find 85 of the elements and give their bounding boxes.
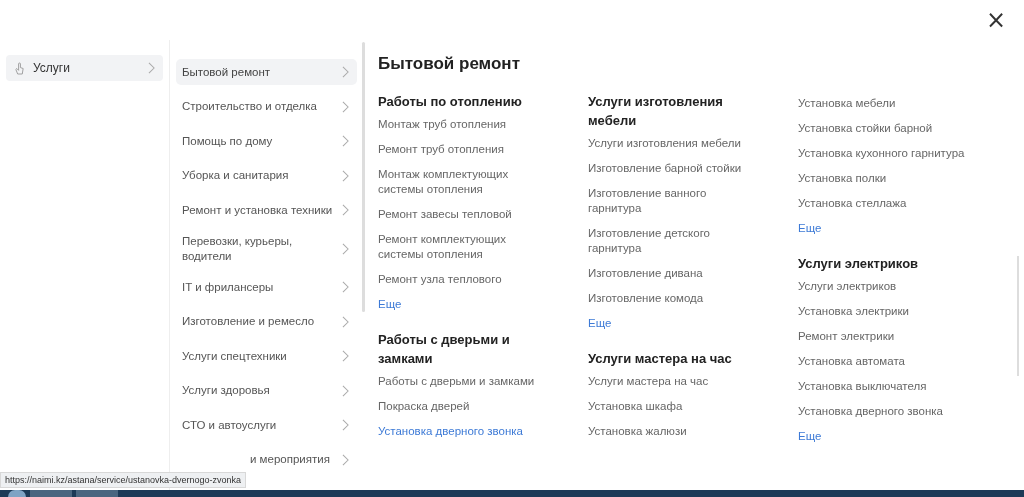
category-label: Уборка и санитария <box>182 168 290 183</box>
chevron-icon <box>342 135 349 147</box>
group-title: Работы по отоплению <box>378 93 523 111</box>
chevron-icon <box>148 62 155 74</box>
more-link[interactable]: Еще <box>588 316 762 331</box>
chevron-icon <box>342 66 349 78</box>
category-label: СТО и автоуслуги <box>182 417 278 433</box>
service-link[interactable]: Установка полки <box>798 171 972 186</box>
service-link[interactable]: Установка кухонного гарнитура <box>798 146 972 161</box>
service-link[interactable]: Ремонт электрики <box>798 329 972 344</box>
category-item[interactable]: Изготовление и ремесло <box>176 308 357 335</box>
service-link[interactable]: Работы с дверьми и замками <box>378 374 552 389</box>
category-item[interactable]: Ремонт и установка техники <box>176 197 357 223</box>
service-link[interactable]: Установка дверного звонка <box>378 424 552 439</box>
category-label: Услуги здоровья <box>182 383 271 398</box>
chevron-icon <box>342 419 349 431</box>
start-icon[interactable] <box>8 490 26 497</box>
more-link[interactable]: Еще <box>798 429 972 444</box>
service-link[interactable]: Покраска дверей <box>378 399 552 414</box>
category-item[interactable]: Услуги здоровья <box>176 377 357 404</box>
scrollbar[interactable] <box>1017 256 1019 376</box>
service-link[interactable]: Ремонт труб отопления <box>378 142 552 157</box>
service-link[interactable]: Ремонт узла теплового <box>378 272 552 287</box>
service-link[interactable]: Установка дверного звонка <box>798 404 972 419</box>
service-link[interactable]: Изготовление детского гарнитура <box>588 226 762 256</box>
menu-label: Услуги <box>33 61 71 75</box>
group-title: Работы с дверьми и замками <box>378 331 511 368</box>
chevron-icon <box>342 281 349 293</box>
group-title: Услуги электриков <box>798 255 920 273</box>
group-title: Услуги мастера на час <box>588 350 733 368</box>
chevron-icon <box>342 315 349 328</box>
chevron-icon <box>342 453 349 466</box>
category-label: Ремонт и установка техники <box>182 202 334 218</box>
more-link[interactable]: Еще <box>798 221 972 236</box>
category-item[interactable]: Бытовой ремонт <box>176 59 357 85</box>
service-link[interactable]: Услуги изготовления мебели <box>588 136 762 151</box>
close-button[interactable]: × <box>981 6 1010 34</box>
section-heading: Бытовой ремонт <box>378 54 521 74</box>
service-link[interactable]: Изготовление ванного гарнитура <box>588 186 762 216</box>
service-link[interactable]: Услуги мастера на час <box>588 374 762 389</box>
category-item[interactable]: Перевозки, курьеры, водители <box>176 231 357 266</box>
url-tooltip: https://naimi.kz/astana/service/ustanovka-dvernogo-zvonka <box>0 472 247 488</box>
category-label: Строительство и отделка <box>182 99 318 114</box>
chevron-icon <box>342 384 349 397</box>
hand-icon <box>14 61 25 75</box>
category-item[interactable]: Услуги спецтехники <box>176 343 357 369</box>
service-link[interactable]: Монтаж комплектующих системы отопления <box>378 167 552 197</box>
category-item[interactable]: Строительство и отделка <box>176 93 357 120</box>
service-link[interactable]: Установка жалюзи <box>588 424 762 439</box>
category-item[interactable]: СТО и автоуслуги <box>176 412 357 438</box>
chevron-icon <box>342 350 349 362</box>
taskbar-icon[interactable] <box>76 490 118 497</box>
service-link[interactable]: Ремонт комплектующих системы отопления <box>378 232 552 262</box>
category-label: Помощь по дому <box>182 133 274 149</box>
chevron-icon <box>342 204 349 216</box>
service-link[interactable]: Установка шкафа <box>588 399 762 414</box>
category-item[interactable]: IT и фрилансеры <box>176 274 357 300</box>
service-link[interactable]: Установка стойки барной <box>798 121 972 136</box>
category-item[interactable]: Помощь по дому <box>176 128 357 154</box>
category-label: IT и фрилансеры <box>182 279 275 295</box>
service-link[interactable]: Изготовление барной стойки <box>588 161 762 176</box>
chevron-icon <box>342 242 349 255</box>
category-label: Перевозки, курьеры, водители <box>182 233 294 264</box>
category-label: и мероприятия <box>250 452 331 467</box>
category-item[interactable]: и мероприятия <box>176 446 357 473</box>
service-link[interactable]: Изготовление комода <box>588 291 762 306</box>
more-link[interactable]: Еще <box>378 297 552 312</box>
service-link[interactable]: Установка выключателя <box>798 379 972 394</box>
service-link[interactable]: Установка электрики <box>798 304 972 319</box>
service-link[interactable]: Установка автомата <box>798 354 972 369</box>
service-link[interactable]: Установка стеллажа <box>798 196 972 211</box>
service-link[interactable]: Услуги электриков <box>798 279 972 294</box>
chevron-icon <box>342 100 349 113</box>
category-item[interactable]: Уборка и санитария <box>176 162 357 189</box>
scrollbar[interactable] <box>362 42 365 312</box>
service-link[interactable]: Ремонт завесы тепловой <box>378 207 552 222</box>
group-title: Услуги изготовления мебели <box>588 93 724 130</box>
service-link[interactable]: Монтаж труб отопления <box>378 117 552 132</box>
service-link[interactable]: Изготовление дивана <box>588 266 762 281</box>
category-label: Изготовление и ремесло <box>182 314 316 329</box>
menu-item[interactable]: Услуги <box>6 55 163 81</box>
chevron-icon <box>342 169 349 182</box>
service-link[interactable]: Установка мебели <box>798 96 972 111</box>
category-label: Услуги спецтехники <box>182 348 288 364</box>
category-label: Бытовой ремонт <box>182 64 272 80</box>
